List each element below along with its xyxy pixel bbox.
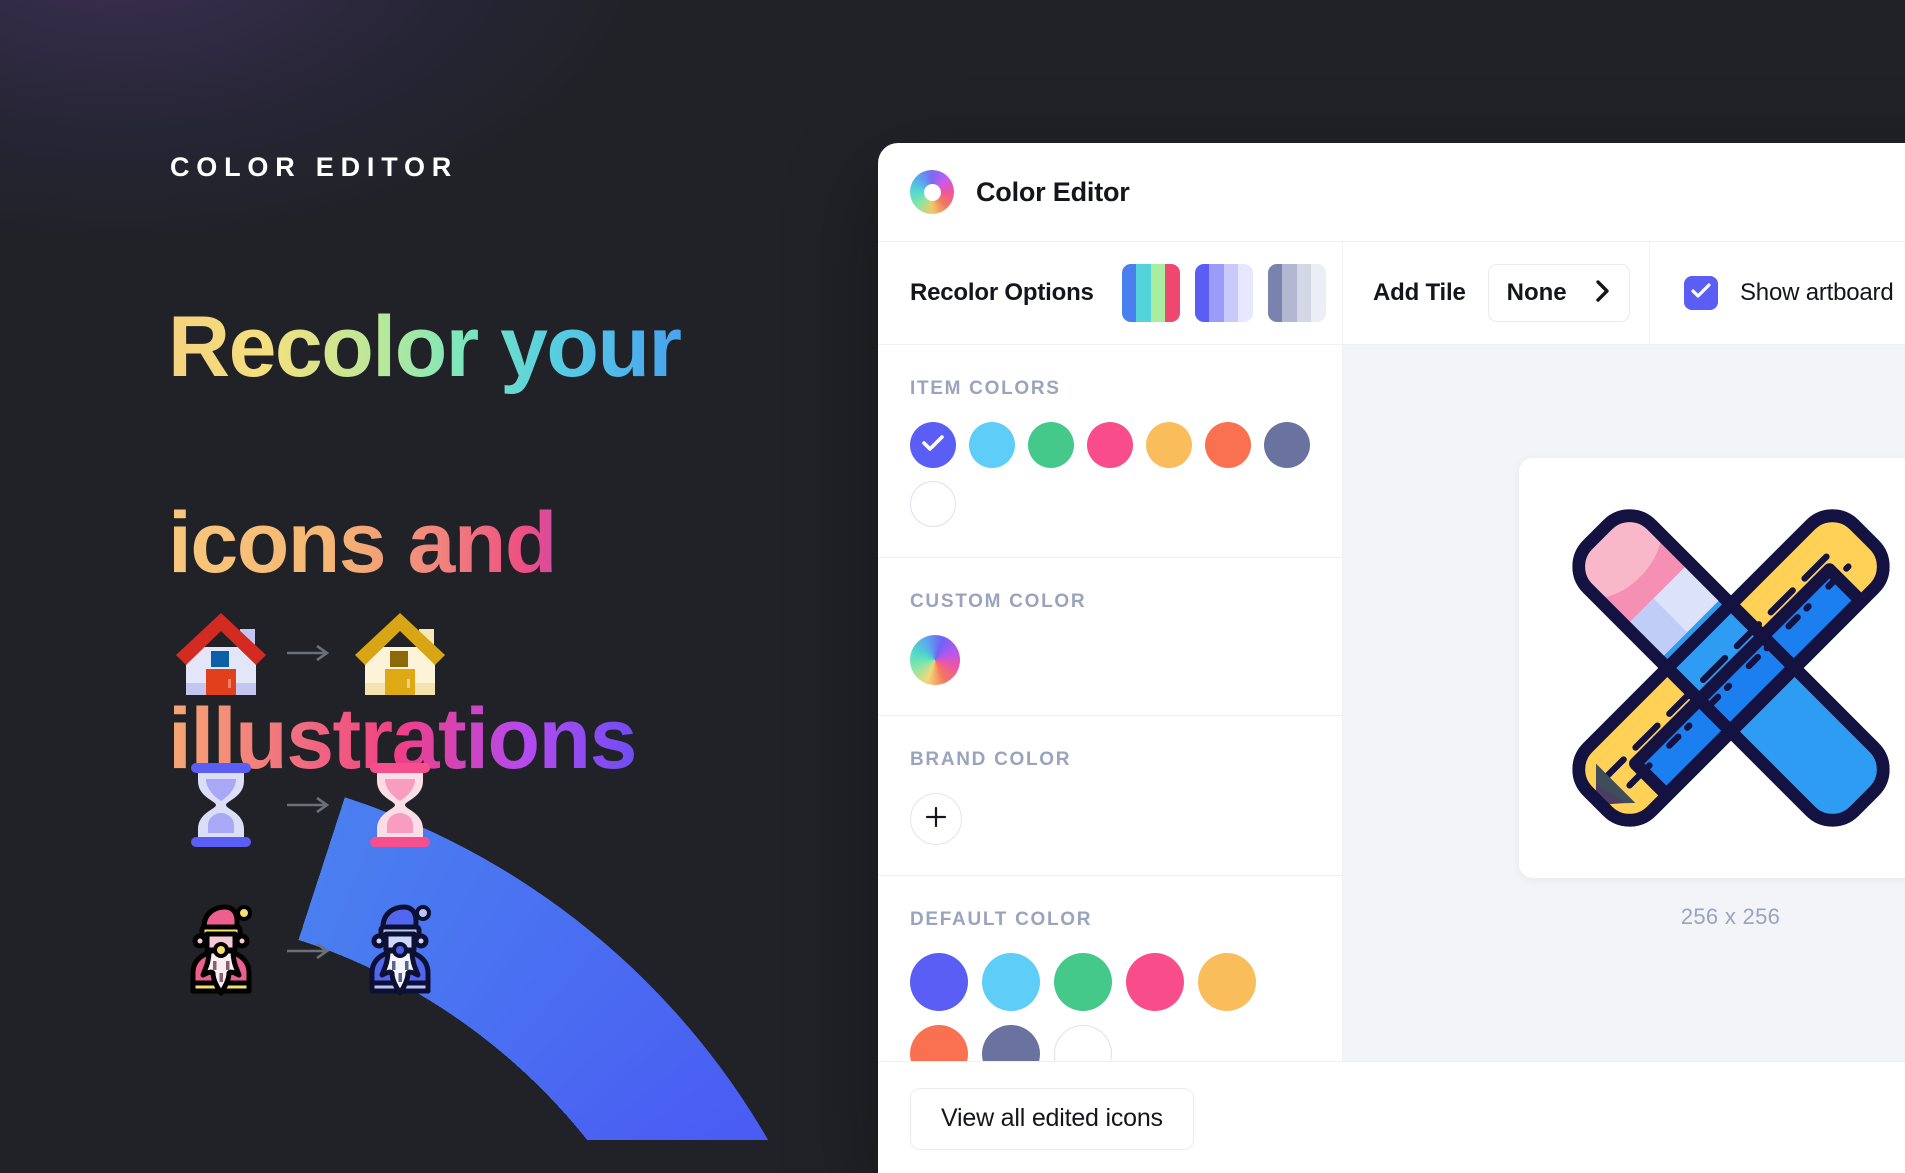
wizard-icon-before [168, 898, 273, 1003]
pencil-and-ruler-icon [1551, 488, 1905, 848]
recolor-options-label: Recolor Options [910, 279, 1094, 307]
swatch-item-7[interactable] [910, 481, 956, 527]
panel-footer: View all edited icons Download [878, 1061, 1905, 1173]
demo-row-house [168, 600, 452, 705]
swatch-item-0[interactable] [910, 422, 956, 468]
section-brand-color: BRAND COLOR [878, 716, 1342, 876]
palette-options [1122, 264, 1326, 322]
swatch-default-1[interactable] [982, 953, 1040, 1011]
section-custom-color: CUSTOM COLOR [878, 558, 1342, 716]
recolor-options-group: Recolor Options [878, 242, 1343, 344]
wizard-icon-after [347, 898, 452, 1003]
plus-icon [925, 804, 947, 834]
color-wheel-icon[interactable] [910, 635, 960, 685]
swatch-default-5[interactable] [910, 1025, 968, 1061]
chevron-right-icon [1595, 279, 1611, 308]
swatch-item-4[interactable] [1146, 422, 1192, 468]
palette-option-rainbow[interactable] [1122, 264, 1180, 322]
demo-row-hourglass [168, 752, 452, 857]
swatch-item-5[interactable] [1205, 422, 1251, 468]
headline-line-1: Recolor your [168, 298, 808, 396]
show-artboard-label: Show artboard [1740, 279, 1894, 307]
add-tile-group: Add Tile None [1343, 242, 1650, 344]
eyebrow-text: COLOR EDITOR [170, 152, 458, 183]
artboard [1519, 458, 1905, 878]
add-brand-color-button[interactable] [910, 793, 962, 845]
preview-pane: 256 x 256 [1343, 345, 1905, 1061]
swatch-default-0[interactable] [910, 953, 968, 1011]
swatch-default-4[interactable] [1198, 953, 1256, 1011]
item-color-swatches [910, 400, 1310, 557]
palette-option-indigo-fade[interactable] [1195, 264, 1253, 322]
house-icon-before [168, 600, 273, 705]
app-title: Color Editor [976, 177, 1130, 208]
swatch-default-3[interactable] [1126, 953, 1184, 1011]
check-icon [921, 434, 945, 457]
add-tile-label: Add Tile [1373, 279, 1466, 307]
swatch-default-6[interactable] [982, 1025, 1040, 1061]
tile-select-value: None [1507, 279, 1567, 307]
section-title: CUSTOM COLOR [910, 558, 1310, 613]
swatch-default-2[interactable] [1054, 953, 1112, 1011]
color-editor-panel: Color Editor Recolor Options Add Tile No… [878, 143, 1905, 1173]
toolbar: Recolor Options Add Tile None [878, 241, 1905, 345]
show-artboard-group[interactable]: Show artboard [1650, 242, 1905, 344]
arrow-right-icon [273, 796, 347, 814]
house-icon-after [347, 600, 452, 705]
panel-body: ITEM COLORS CUSTOM [878, 345, 1905, 1061]
demo-row-wizard [168, 898, 452, 1003]
check-icon [1691, 283, 1711, 304]
show-artboard-checkbox[interactable] [1684, 276, 1718, 310]
sidebar: ITEM COLORS CUSTOM [878, 345, 1343, 1061]
default-color-swatches [910, 931, 1310, 1061]
artboard-size-label: 256 x 256 [1681, 904, 1780, 930]
color-wheel-icon [910, 170, 954, 214]
arrow-right-icon [273, 942, 347, 960]
tile-select[interactable]: None [1488, 264, 1630, 322]
swatch-item-2[interactable] [1028, 422, 1074, 468]
swatch-item-3[interactable] [1087, 422, 1133, 468]
view-all-edited-icons-button[interactable]: View all edited icons [910, 1088, 1194, 1150]
section-item-colors: ITEM COLORS [878, 345, 1342, 558]
section-title: ITEM COLORS [910, 345, 1310, 400]
section-title: BRAND COLOR [910, 716, 1310, 771]
swatch-item-1[interactable] [969, 422, 1015, 468]
swatch-default-7[interactable] [1054, 1025, 1112, 1061]
headline-line-2: icons and [168, 494, 808, 592]
hourglass-icon-before [168, 752, 273, 857]
arrow-right-icon [273, 644, 347, 662]
app-titlebar: Color Editor [878, 143, 1905, 241]
hourglass-icon-after [347, 752, 452, 857]
swatch-item-6[interactable] [1264, 422, 1310, 468]
section-title: DEFAULT COLOR [910, 876, 1310, 931]
section-default-color: DEFAULT COLOR [878, 876, 1342, 1061]
palette-option-slate-fade[interactable] [1268, 264, 1326, 322]
